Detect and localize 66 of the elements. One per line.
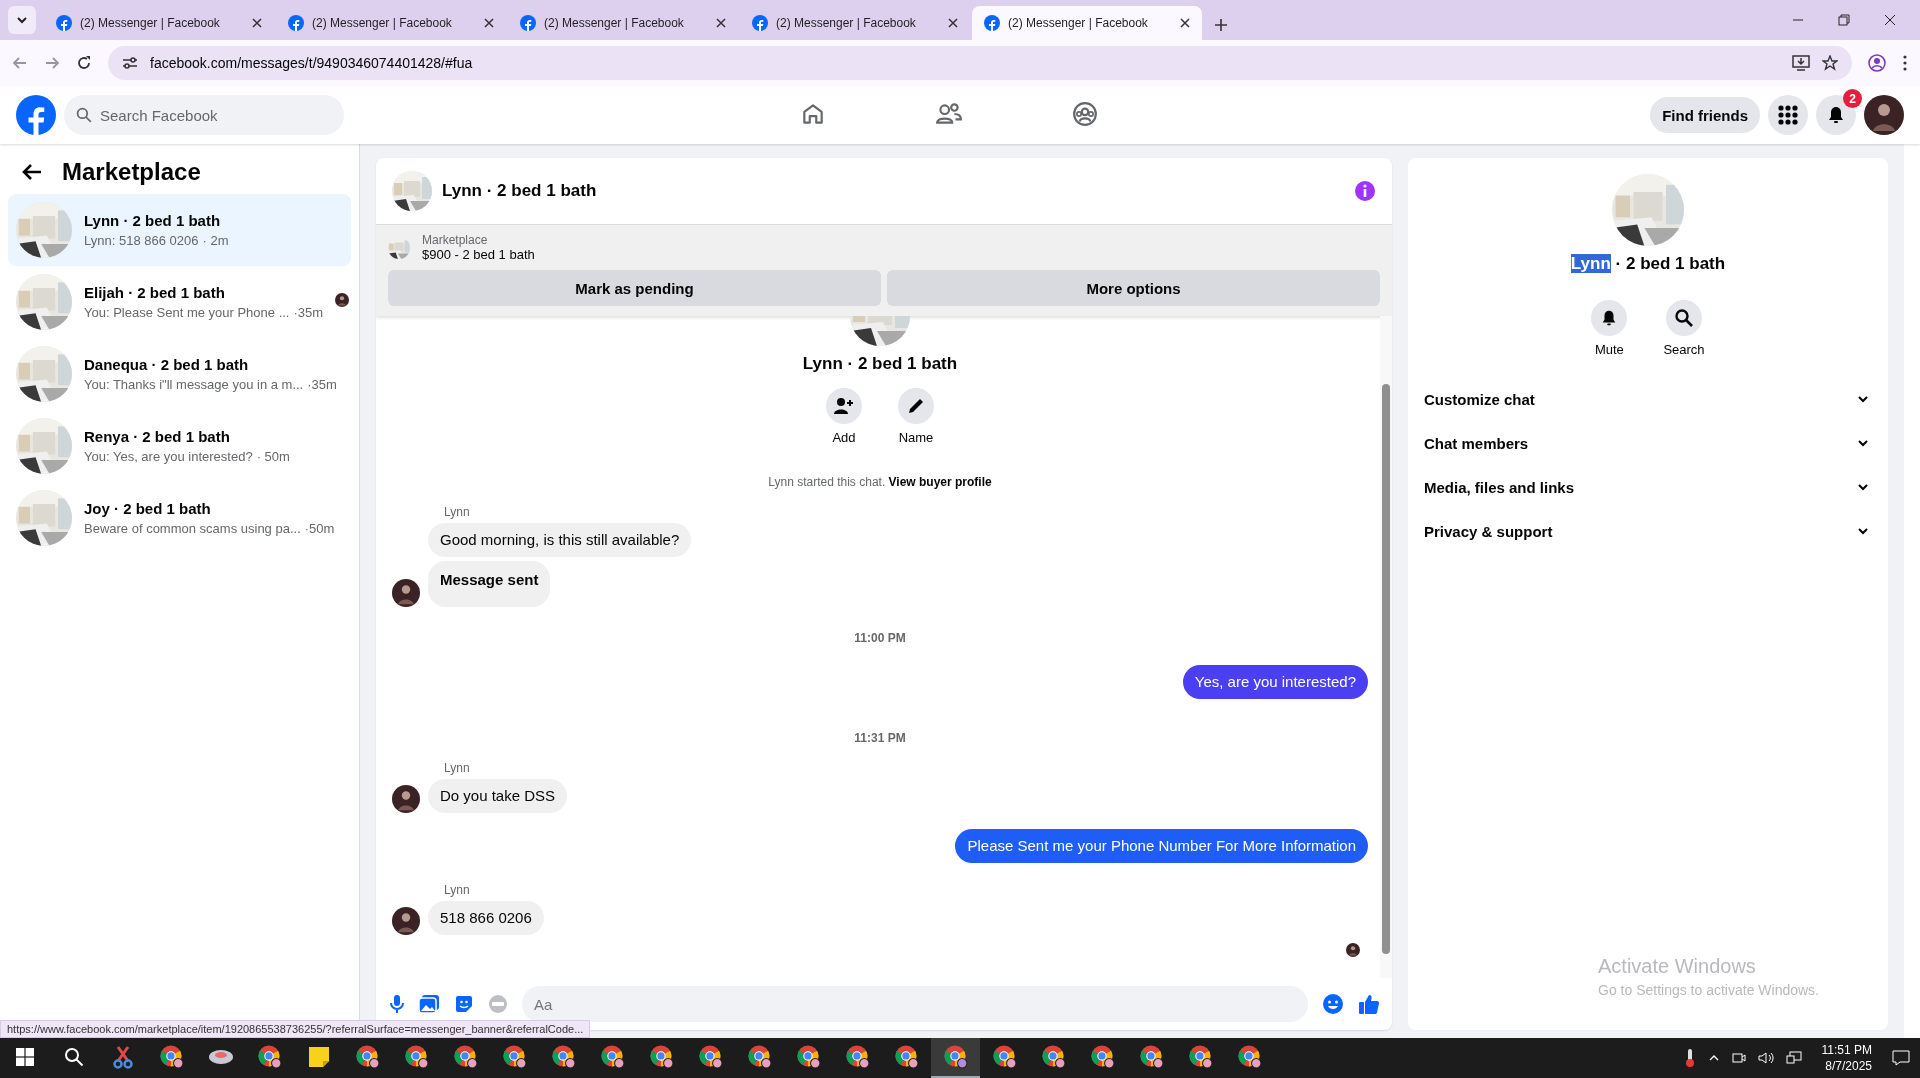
taskbar-time: 11:51 PM [1821, 1042, 1872, 1058]
message-bubble: Do you take DSS [428, 779, 568, 813]
browser-tab[interactable]: (2) Messenger | Facebook [740, 6, 970, 40]
tab-title: (2) Messenger | Facebook [80, 16, 221, 30]
message-bubble: Yes, are you interested? [1182, 665, 1368, 699]
browser-tab[interactable]: (2) Messenger | Facebook [972, 6, 1202, 40]
search-placeholder: Search Facebook [100, 106, 218, 124]
chat-name: Renya · 2 bed 1 bath [84, 428, 231, 445]
chat-intro-name: Lynn · 2 bed 1 bath [802, 354, 958, 374]
activation-hint: Go to Settings to activate Windows. [1598, 982, 1819, 998]
sender-name: Lynn [444, 883, 471, 897]
notification-badge: 2 [1843, 89, 1862, 108]
message-time: · 50m [256, 449, 290, 464]
details-section[interactable]: Media, files and links [1408, 465, 1888, 509]
timestamp: 11:31 PM [853, 731, 907, 745]
tab-title: (2) Messenger | Facebook [776, 16, 917, 30]
listing-title: $900 - 2 bed 1 bath [422, 247, 535, 262]
chat-list-item[interactable]: Joy · 2 bed 1 bath Beware of common scams using pa... ·50m [8, 482, 351, 554]
chat-title: Lynn · 2 bed 1 bath [442, 181, 597, 201]
message-bubble: Message sent [428, 561, 551, 607]
message-preview: Lynn: 518 866 0206 [84, 233, 199, 248]
browser-tab[interactable]: (2) Messenger | Facebook [44, 6, 274, 40]
find-friends-button[interactable]: Find friends [1650, 97, 1760, 133]
search-field[interactable]: Search Facebook [64, 95, 344, 135]
listing-action-button[interactable]: More options [887, 270, 1380, 306]
browser-tab[interactable]: (2) Messenger | Facebook [508, 6, 738, 40]
chat-list-item[interactable]: Elijah · 2 bed 1 bath You: Please Sent me your Phone ... ·35m [8, 266, 351, 338]
details-section[interactable]: Privacy & support [1408, 509, 1888, 553]
chat-list-item[interactable]: Renya · 2 bed 1 bath You: Yes, are you interested? · 50m [8, 410, 351, 482]
tab-title: (2) Messenger | Facebook [312, 16, 453, 30]
sender-name: Lynn [444, 505, 471, 519]
taskbar-date: 8/7/2025 [1825, 1058, 1872, 1074]
chat-name: Danequa · 2 bed 1 bath [84, 356, 250, 373]
address-bar[interactable]: facebook.com/messages/t/9490346074401428/#fua [108, 46, 1852, 80]
tab-title: (2) Messenger | Facebook [1008, 16, 1149, 30]
buyer-profile-link[interactable]: View buyer profile [888, 475, 992, 489]
details-section[interactable]: Chat members [1408, 421, 1888, 465]
listing-action-button[interactable]: Mark as pending [388, 270, 881, 306]
tab-title: (2) Messenger | Facebook [544, 16, 685, 30]
sender-name: Lynn [444, 761, 471, 775]
chat-name: Elijah · 2 bed 1 bath [84, 284, 226, 301]
details-section[interactable]: Customize chat [1408, 377, 1888, 421]
chat-list-item[interactable]: Danequa · 2 bed 1 bath You: Thanks i"ll message you in a m... ·35m [8, 338, 351, 410]
message-preview: You: Thanks i"ll message you in a m... [84, 377, 304, 392]
chat-list-item[interactable]: Lynn · 2 bed 1 bath Lynn: 518 866 0206 · 2m [8, 194, 351, 266]
url-text: facebook.com/messages/t/9490346074401428/#fua [150, 55, 474, 71]
message-bubble: Good morning, is this still available? [428, 523, 692, 557]
listing-label: Marketplace [422, 233, 489, 247]
message-time: ·50m [304, 521, 335, 536]
message-time: ·35m [307, 377, 337, 392]
message-preview: You: Please Sent me your Phone ... [84, 305, 290, 320]
timestamp: 11:00 PM [853, 631, 907, 645]
chat-name: Lynn · 2 bed 1 bath [84, 212, 222, 229]
activation-title: Activate Windows [1598, 955, 1757, 978]
message-preview: Beware of common scams using pa... [84, 521, 301, 536]
message-preview: You: Yes, are you interested? [84, 449, 253, 464]
message-time: · 2m [202, 233, 229, 248]
chat-name: Joy · 2 bed 1 bath [84, 500, 212, 517]
message-time: ·35m [293, 305, 324, 320]
chat-started-notice: Lynn started this chat. View buyer profile [767, 475, 993, 489]
sidebar-title: Marketplace [62, 158, 201, 186]
message-bubble: Please Sent me your Phone Number For More Information [955, 829, 1368, 863]
browser-tab[interactable]: (2) Messenger | Facebook [276, 6, 506, 40]
chat-details-title: Lynn · 2 bed 1 bath [1570, 254, 1726, 274]
message-input[interactable]: Aa [522, 986, 1308, 1022]
message-bubble: 518 866 0206 [428, 901, 544, 935]
